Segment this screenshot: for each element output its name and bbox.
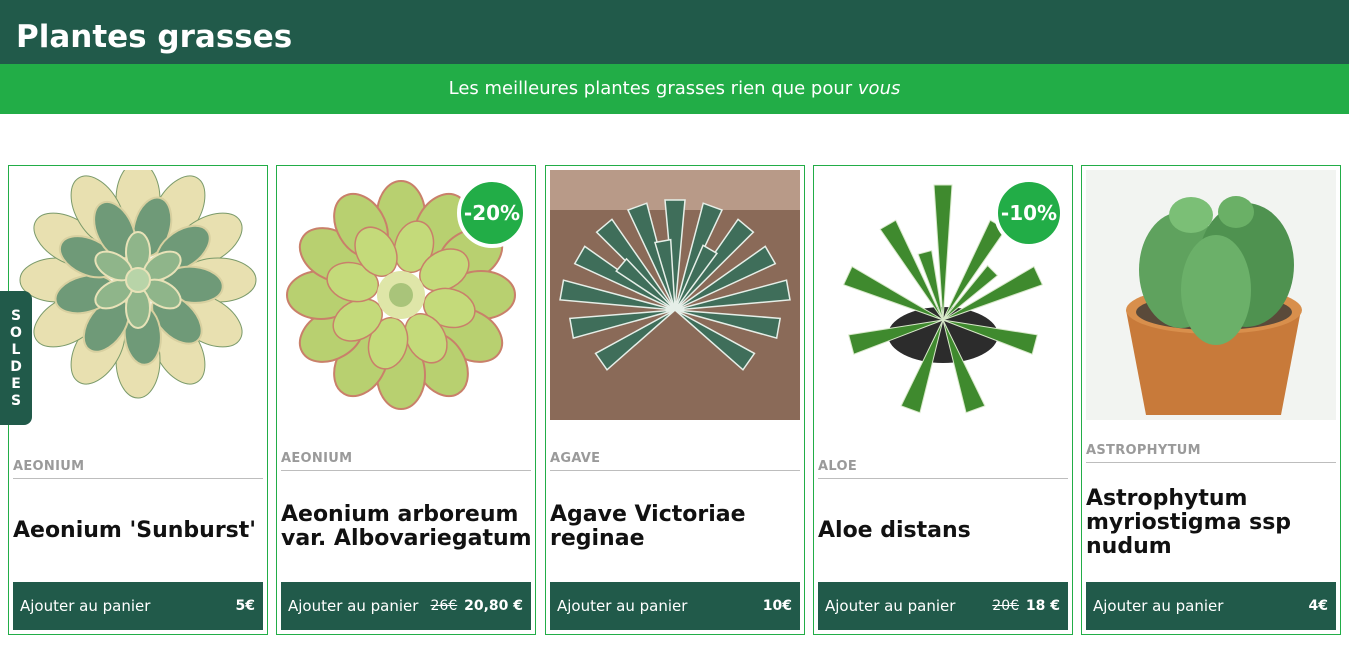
product-card: ASTROPHYTUM Astrophytum myriostigma ssp … bbox=[1081, 165, 1341, 635]
discount-badge: -20% bbox=[457, 178, 527, 248]
current-price: 5€ bbox=[235, 598, 255, 614]
current-price: 20,80 € bbox=[464, 598, 523, 614]
product-card: -10% ALOE Aloe distans Ajouter au panier… bbox=[813, 165, 1073, 635]
tagline-banner: Les meilleures plantes grasses rien que … bbox=[0, 64, 1349, 114]
tagline-emphasis: vous bbox=[857, 78, 901, 99]
add-to-cart-button[interactable]: Ajouter au panier 4€ bbox=[1086, 582, 1336, 630]
discount-badge: -10% bbox=[994, 178, 1064, 248]
product-name[interactable]: Aloe distans bbox=[818, 519, 1070, 543]
product-card: AEONIUM Aeonium 'Sunburst' Ajouter au pa… bbox=[8, 165, 268, 635]
add-to-cart-label: Ajouter au panier bbox=[825, 597, 956, 615]
product-card: -20% AEONIUM Aeonium arboreum var. Albov… bbox=[276, 165, 536, 635]
product-card: AGAVE Agave Victoriae reginae Ajouter au… bbox=[545, 165, 805, 635]
add-to-cart-button[interactable]: Ajouter au panier 10€ bbox=[550, 582, 800, 630]
current-price: 4€ bbox=[1308, 598, 1328, 614]
product-name[interactable]: Aeonium arboreum var. Albovariegatum bbox=[281, 503, 533, 551]
sale-tab-letter: D bbox=[10, 358, 22, 375]
product-category: ALOE bbox=[818, 459, 1068, 479]
succulent-rosette-image bbox=[13, 170, 263, 420]
product-price: 5€ bbox=[234, 598, 255, 614]
add-to-cart-button[interactable]: Ajouter au panier 20€ 18 € bbox=[818, 582, 1068, 630]
sale-tab-letter: S bbox=[10, 392, 22, 409]
add-to-cart-button[interactable]: Ajouter au panier 5€ bbox=[13, 582, 263, 630]
product-image-agave[interactable] bbox=[550, 170, 800, 420]
add-to-cart-button[interactable]: Ajouter au panier 26€ 20,80 € bbox=[281, 582, 531, 630]
sale-tab[interactable]: S O L D E S bbox=[0, 291, 32, 425]
product-image-aeonium-sunburst[interactable] bbox=[13, 170, 263, 420]
product-image-astrophytum[interactable] bbox=[1086, 170, 1336, 420]
old-price: 26€ bbox=[430, 598, 458, 614]
tagline-text: Les meilleures plantes grasses rien que … bbox=[448, 78, 853, 99]
add-to-cart-label: Ajouter au panier bbox=[288, 597, 419, 615]
product-price: 4€ bbox=[1307, 598, 1328, 614]
sale-tab-letter: S bbox=[10, 307, 22, 324]
add-to-cart-label: Ajouter au panier bbox=[20, 597, 151, 615]
sale-tab-letter: L bbox=[11, 341, 21, 358]
product-name[interactable]: Aeonium 'Sunburst' bbox=[13, 519, 265, 543]
product-price: 26€ 20,80 € bbox=[430, 598, 523, 614]
page-title: Plantes grasses bbox=[16, 19, 293, 55]
add-to-cart-label: Ajouter au panier bbox=[1093, 597, 1224, 615]
product-name[interactable]: Astrophytum myriostigma ssp nudum bbox=[1086, 487, 1338, 559]
succulent-agave-image bbox=[550, 170, 800, 420]
product-name[interactable]: Agave Victoriae reginae bbox=[550, 503, 802, 551]
old-price: 20€ bbox=[992, 598, 1020, 614]
product-category: ASTROPHYTUM bbox=[1086, 443, 1336, 463]
current-price: 10€ bbox=[762, 598, 792, 614]
sale-tab-letter: O bbox=[10, 324, 22, 341]
product-category: AGAVE bbox=[550, 451, 800, 471]
product-price: 20€ 18 € bbox=[992, 598, 1060, 614]
add-to-cart-label: Ajouter au panier bbox=[557, 597, 688, 615]
product-price: 10€ bbox=[761, 598, 792, 614]
site-header: Plantes grasses bbox=[0, 0, 1349, 64]
product-category: AEONIUM bbox=[281, 451, 531, 471]
product-category: AEONIUM bbox=[13, 459, 263, 479]
sale-tab-letter: E bbox=[11, 375, 21, 392]
current-price: 18 € bbox=[1025, 598, 1060, 614]
succulent-cactus-image bbox=[1086, 170, 1336, 420]
